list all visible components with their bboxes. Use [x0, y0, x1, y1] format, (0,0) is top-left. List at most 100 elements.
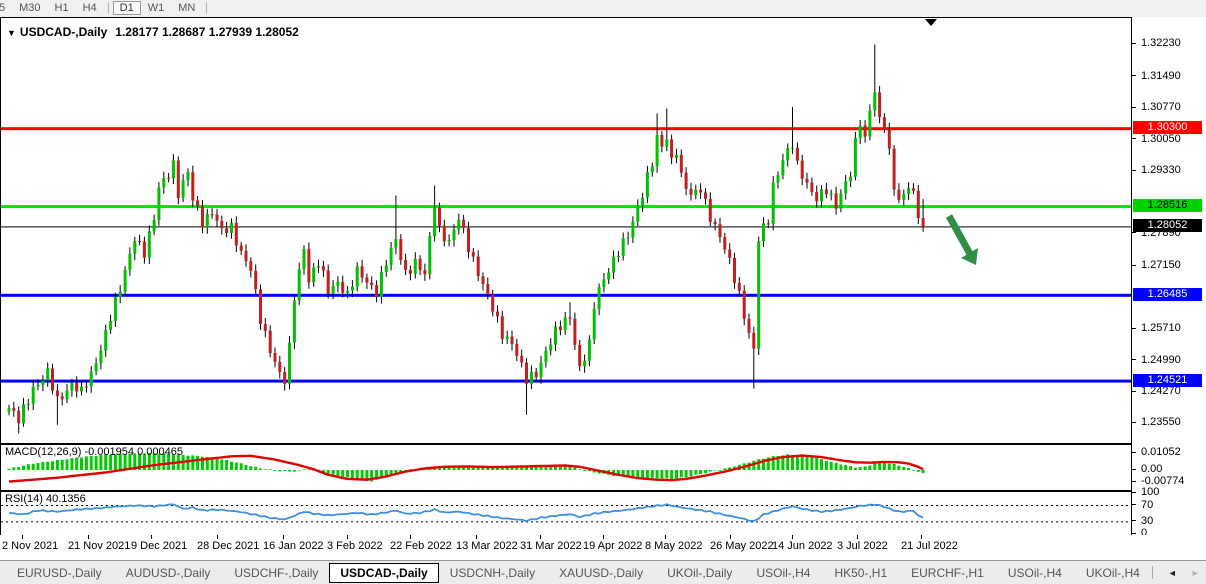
price-axis[interactable]: 1.322301.314901.307701.300501.293301.278…: [1132, 17, 1206, 535]
date-label: 21 Jul 2022: [901, 540, 958, 552]
ohlc-values: 1.28177 1.28687 1.27939 1.28052: [115, 25, 299, 39]
macd-tick-label: 0.00: [1141, 463, 1162, 475]
tab-separator: [1152, 566, 1153, 579]
date-tick: [151, 535, 152, 539]
rsi-pane[interactable]: RSI(14) 40.1356: [0, 491, 1206, 536]
axis-tick: [1132, 481, 1136, 482]
price-tick-label: 1.24990: [1141, 354, 1181, 366]
price-level-badge: 1.28516: [1133, 199, 1202, 212]
macd-pane[interactable]: MACD(12,26,9) -0.001954 0.000465: [0, 444, 1206, 491]
chart-tab-usoil-h4[interactable]: USOil-,H4: [745, 563, 821, 583]
price-tick-label: 1.27150: [1141, 259, 1181, 271]
price-level-badge: 1.26485: [1133, 288, 1202, 301]
time-axis[interactable]: 2 Nov 202121 Nov 20219 Dec 202128 Dec 20…: [0, 535, 1206, 560]
chart-tab-eurusd-daily[interactable]: EURUSD-,Daily: [6, 563, 113, 583]
rsi-label: RSI(14) 40.1356: [5, 493, 86, 505]
date-label: 3 Feb 2022: [327, 540, 383, 552]
chart-tab-ukoil-daily[interactable]: UKOil-,Daily: [656, 563, 743, 583]
axis-tick: [1132, 265, 1136, 266]
date-tick: [217, 535, 218, 539]
axis-tick: [1132, 391, 1136, 392]
date-tick: [22, 535, 23, 539]
rsi-tick-label: 30: [1141, 515, 1153, 527]
axis-tick: [1132, 452, 1136, 453]
chart-tab-eurchf-h1[interactable]: EURCHF-,H1: [900, 563, 995, 583]
candlestick-chart: [1, 18, 1132, 443]
date-tick: [730, 535, 731, 539]
date-tick: [540, 535, 541, 539]
timeframe-button-mn[interactable]: MN: [171, 1, 202, 15]
axis-tick: [1132, 43, 1136, 44]
timeframe-button-w1[interactable]: W1: [141, 1, 172, 15]
rsi-line: [9, 504, 923, 521]
axis-tick: [1132, 469, 1136, 470]
top-edge-marker-icon: [925, 19, 937, 26]
symbol-label: USDCAD-,Daily: [20, 25, 107, 39]
timeframe-button-h4[interactable]: H4: [76, 1, 104, 15]
timeframe-button-d1[interactable]: D1: [113, 1, 141, 15]
price-level-badge: 1.24521: [1133, 374, 1202, 387]
price-pane[interactable]: ▼ USDCAD-,Daily 1.28177 1.28687 1.27939 1.…: [0, 17, 1206, 444]
date-label: 22 Feb 2022: [390, 540, 452, 552]
chart-tab-ukoil-h4[interactable]: UKOil-,H4: [1075, 563, 1151, 583]
tabs-scroll-left-icon[interactable]: ◄: [1168, 568, 1177, 578]
axis-tick: [1132, 533, 1136, 534]
chart-tab-hk50-h1[interactable]: HK50-,H1: [823, 563, 898, 583]
symbol-dropdown-icon[interactable]: ▼: [7, 28, 16, 38]
price-tick-label: 1.32230: [1141, 37, 1181, 49]
price-tick-label: 1.30050: [1141, 133, 1181, 145]
macd-tick-label: 0.01052: [1141, 446, 1181, 458]
down-arrow-annotation[interactable]: [949, 216, 978, 265]
price-tick-label: 1.31490: [1141, 70, 1181, 82]
date-label: 2 Nov 2021: [2, 540, 58, 552]
chart-tab-usdcnh-daily[interactable]: USDCNH-,Daily: [439, 563, 546, 583]
price-level-badge: 1.30300: [1133, 121, 1202, 134]
hline-1.28052[interactable]: [1, 226, 1132, 227]
price-tick-label: 1.30770: [1141, 101, 1181, 113]
date-tick: [347, 535, 348, 539]
date-label: 3 Jul 2022: [837, 540, 888, 552]
axis-tick: [1132, 138, 1136, 139]
axis-tick: [1132, 328, 1136, 329]
timeframe-button-h1[interactable]: H1: [48, 1, 76, 15]
date-label: 16 Jan 2022: [263, 540, 324, 552]
rsi-chart: [1, 492, 1132, 535]
date-tick: [792, 535, 793, 539]
date-tick: [921, 535, 922, 539]
axis-tick: [1132, 170, 1136, 171]
price-tick-label: 1.29330: [1141, 164, 1181, 176]
macd-label: MACD(12,26,9) -0.001954 0.000465: [5, 446, 183, 458]
axis-tick: [1132, 520, 1136, 521]
date-label: 13 Mar 2022: [456, 540, 518, 552]
timeframe-toolbar: 5M30H1H4 D1W1MN: [0, 0, 1206, 17]
chart-title: ▼ USDCAD-,Daily 1.28177 1.28687 1.27939 1.…: [7, 25, 299, 39]
chart-tab-xauusd-daily[interactable]: XAUUSD-,Daily: [548, 563, 654, 583]
axis-tick: [1132, 422, 1136, 423]
chart-tab-usdchf-daily[interactable]: USDCHF-,Daily: [223, 563, 329, 583]
date-tick: [88, 535, 89, 539]
timeframe-button-5[interactable]: 5: [0, 1, 12, 15]
chart-tab-audusd-daily[interactable]: AUDUSD-,Daily: [115, 563, 222, 583]
date-label: 8 May 2022: [645, 540, 702, 552]
date-tick: [603, 535, 604, 539]
timeframe-button-m30[interactable]: M30: [12, 1, 47, 15]
chart-tabs-bar: EURUSD-,DailyAUDUSD-,DailyUSDCHF-,DailyU…: [0, 560, 1206, 584]
axis-tick: [1132, 232, 1136, 233]
chart-tab-usdcad-daily[interactable]: USDCAD-,Daily: [329, 563, 438, 583]
date-label: 21 Nov 2021: [68, 540, 130, 552]
date-label: 19 Apr 2022: [583, 540, 642, 552]
axis-tick: [1132, 492, 1136, 493]
hline-1.26485[interactable]: [1, 294, 1132, 297]
chart-tab-usoil-h4[interactable]: USOil-,H4: [997, 563, 1073, 583]
price-level-badge: 1.28052: [1133, 219, 1202, 232]
price-tick-label: 1.24270: [1141, 385, 1181, 397]
date-label: 9 Dec 2021: [131, 540, 187, 552]
date-label: 31 Mar 2022: [520, 540, 582, 552]
toolbar-separator: [206, 2, 207, 14]
axis-tick: [1132, 359, 1136, 360]
hline-1.24521[interactable]: [1, 380, 1132, 383]
hline-1.30300[interactable]: [1, 127, 1132, 130]
tabs-scroll-right-icon[interactable]: ►: [1191, 568, 1200, 578]
date-tick: [283, 535, 284, 539]
hline-1.28516[interactable]: [1, 205, 1132, 208]
